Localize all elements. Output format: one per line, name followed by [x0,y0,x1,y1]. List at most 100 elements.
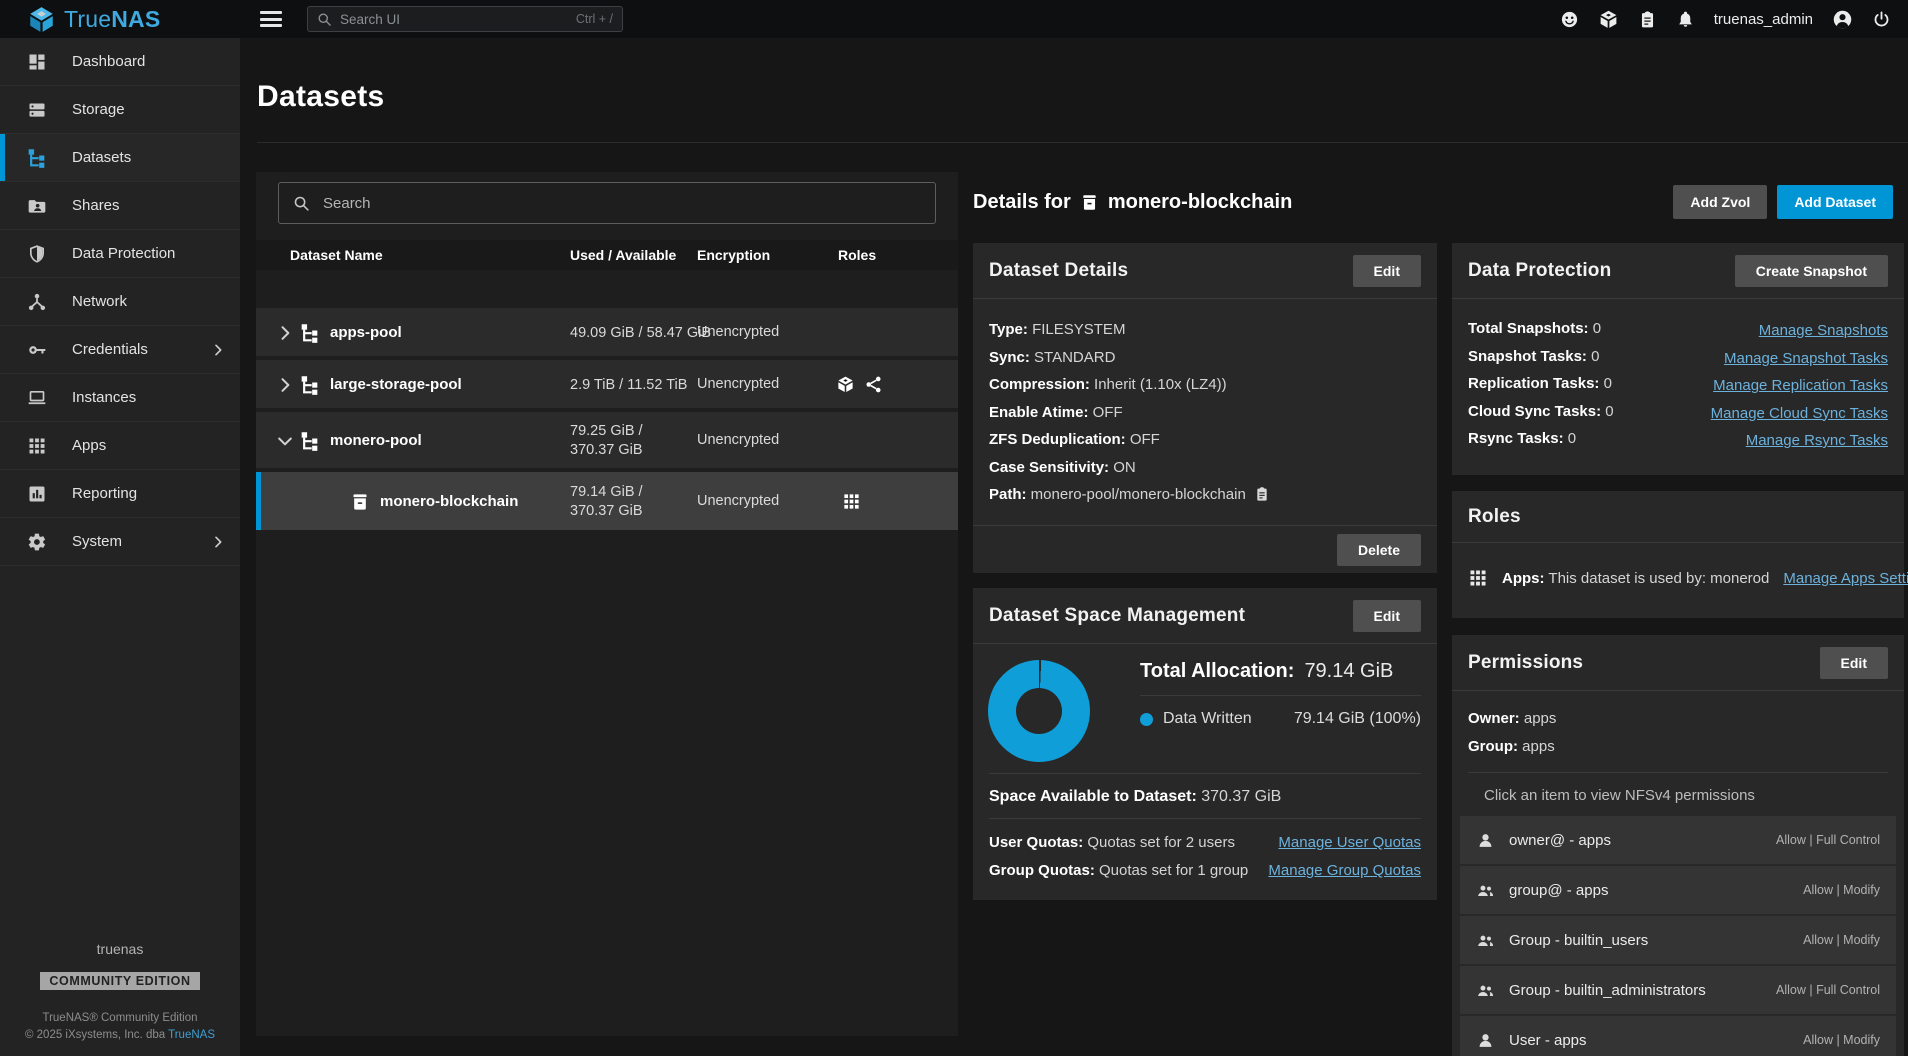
dataset-encryption: Unencrypted [697,376,779,392]
dataset-encryption: Unencrypted [697,493,779,509]
total-allocation: Total Allocation:79.14 GiB [1140,660,1421,696]
sidebar-item-dashboard[interactable]: Dashboard [0,38,240,86]
snapshot-tasks-row: Snapshot Tasks: 0Manage Snapshot Tasks [1468,343,1888,371]
dataset-name: monero-blockchain [380,493,518,510]
feedback-smiley-icon[interactable] [1560,10,1579,29]
jobs-clipboard-icon[interactable] [1638,10,1657,29]
dataset-details-edit-button[interactable]: Edit [1353,255,1421,287]
key-icon [27,340,47,360]
sidebar-item-apps[interactable]: Apps [0,422,240,470]
permission-item-builtin-users[interactable]: Group - builtin_users Allow | Modify [1460,916,1896,964]
truenas-app: TrueNAS Ctrl + / truenas_admin Dashboard… [0,0,1908,1056]
dataset-roles [842,492,861,511]
sidebar-item-instances[interactable]: Instances [0,374,240,422]
dataset-used-available: 49.09 GiB / 58.47 GiB [570,324,711,343]
table-row-monero-blockchain[interactable]: monero-blockchain 79.14 GiB /370.37 GiB … [256,472,958,532]
details-column-right: Data Protection Create Snapshot Total Sn… [1452,243,1904,1056]
global-search[interactable]: Ctrl + / [307,6,623,32]
owner-row: Owner: apps [1468,705,1888,733]
truenas-logo[interactable]: TrueNAS [0,6,240,33]
legend-data-written: Data Written 79.14 GiB (100%) [1140,710,1421,728]
search-icon [317,12,332,27]
hostname-label: truenas [0,941,240,957]
dataset-name: apps-pool [330,324,402,341]
permissions-title: Permissions [1468,652,1583,674]
sidebar-item-reporting[interactable]: Reporting [0,470,240,518]
sidebar-toggle-button[interactable] [260,11,282,27]
search-icon [293,195,310,212]
add-zvol-button[interactable]: Add Zvol [1673,185,1767,219]
user-icon [1476,831,1495,850]
power-icon[interactable] [1872,10,1891,29]
permission-item-user-apps[interactable]: User - apps Allow | Modify [1460,1016,1896,1056]
global-search-input[interactable] [340,12,568,27]
expand-chevron-right-icon[interactable] [275,375,295,395]
shares-folder-icon [27,196,47,216]
expand-chevron-right-icon[interactable] [275,323,295,343]
product-line: TrueNAS® Community Edition [0,1010,240,1027]
sidebar-item-network[interactable]: Network [0,278,240,326]
permissions-edit-button[interactable]: Edit [1820,647,1888,679]
group-icon [1476,931,1495,950]
truenas-link[interactable]: TrueNAS [168,1029,215,1041]
table-row-apps-pool[interactable]: apps-pool 49.09 GiB / 58.47 GiB Unencryp… [256,308,958,358]
sidebar-item-shares[interactable]: Shares [0,182,240,230]
title-divider [257,142,1908,143]
delete-dataset-button[interactable]: Delete [1337,534,1421,566]
field-path: Path: monero-pool/monero-blockchain [989,481,1421,509]
dataset-name: large-storage-pool [330,376,462,393]
manage-rsync-tasks-link[interactable]: Manage Rsync Tasks [1746,427,1888,455]
permission-item-owner[interactable]: owner@ - apps Allow | Full Control [1460,816,1896,864]
edition-badge: COMMUNITY EDITION [40,972,199,990]
permission-item-builtin-administrators[interactable]: Group - builtin_administrators Allow | F… [1460,966,1896,1014]
field-enable-atime: Enable Atime: OFF [989,399,1421,427]
field-zfs-deduplication: ZFS Deduplication: OFF [989,426,1421,454]
add-dataset-button[interactable]: Add Dataset [1777,185,1893,219]
truenas-logo-text: TrueNAS [64,6,160,33]
field-sync: Sync: STANDARD [989,344,1421,372]
topbar-actions: truenas_admin [1560,9,1908,30]
apps-grid-icon [27,436,47,456]
collapse-chevron-down-icon[interactable] [275,431,295,451]
group-icon [1476,981,1495,1000]
topbar: TrueNAS Ctrl + / truenas_admin [0,0,1908,38]
search-shortcut-hint: Ctrl + / [576,12,613,26]
sidebar-item-storage[interactable]: Storage [0,86,240,134]
table-row-monero-pool[interactable]: monero-pool 79.25 GiB /370.37 GiB Unencr… [256,412,958,470]
manage-snapshots-link[interactable]: Manage Snapshots [1759,317,1888,345]
sidebar-item-label: Datasets [72,149,131,166]
datasets-search-input[interactable] [323,195,921,212]
manage-replication-tasks-link[interactable]: Manage Replication Tasks [1713,372,1888,400]
details-dataset-name: monero-blockchain [1108,191,1292,214]
create-snapshot-button[interactable]: Create Snapshot [1735,255,1888,287]
sidebar-item-datasets[interactable]: Datasets [0,134,240,182]
permission-item-group[interactable]: group@ - apps Allow | Modify [1460,866,1896,914]
truecommand-cube-icon[interactable] [1598,9,1619,30]
manage-snapshot-tasks-link[interactable]: Manage Snapshot Tasks [1724,345,1888,373]
column-used-available: Used / Available [570,247,676,263]
manage-group-quotas-link[interactable]: Manage Group Quotas [1268,862,1421,879]
dataset-roles [836,375,883,394]
sidebar-item-label: Apps [72,437,106,454]
user-avatar-icon[interactable] [1832,9,1853,30]
sidebar-item-label: Credentials [72,341,148,358]
logged-in-username: truenas_admin [1714,11,1813,28]
page-title: Datasets [257,80,384,114]
manage-cloud-sync-tasks-link[interactable]: Manage Cloud Sync Tasks [1711,400,1888,428]
manage-user-quotas-link[interactable]: Manage User Quotas [1278,834,1421,851]
details-title: Details for monero-blockchain [973,191,1292,214]
field-compression: Compression: Inherit (1.10x (LZ4)) [989,371,1421,399]
roles-card: Roles Apps: This dataset is used by: mon… [1452,491,1904,618]
space-donut-chart [988,660,1090,762]
sidebar-item-system[interactable]: System [0,518,240,566]
dataset-bin-icon [350,492,370,512]
sidebar-item-data-protection[interactable]: Data Protection [0,230,240,278]
notifications-bell-icon[interactable] [1676,10,1695,29]
sidebar-item-label: Storage [72,101,125,118]
table-row-large-storage-pool[interactable]: large-storage-pool 2.9 TiB / 11.52 TiB U… [256,360,958,410]
space-management-edit-button[interactable]: Edit [1353,600,1421,632]
sidebar-item-credentials[interactable]: Credentials [0,326,240,374]
manage-apps-settings-link[interactable]: Manage Apps Settings [1783,570,1908,587]
copy-path-clipboard-icon[interactable] [1254,486,1270,502]
datasets-search[interactable] [278,182,936,224]
